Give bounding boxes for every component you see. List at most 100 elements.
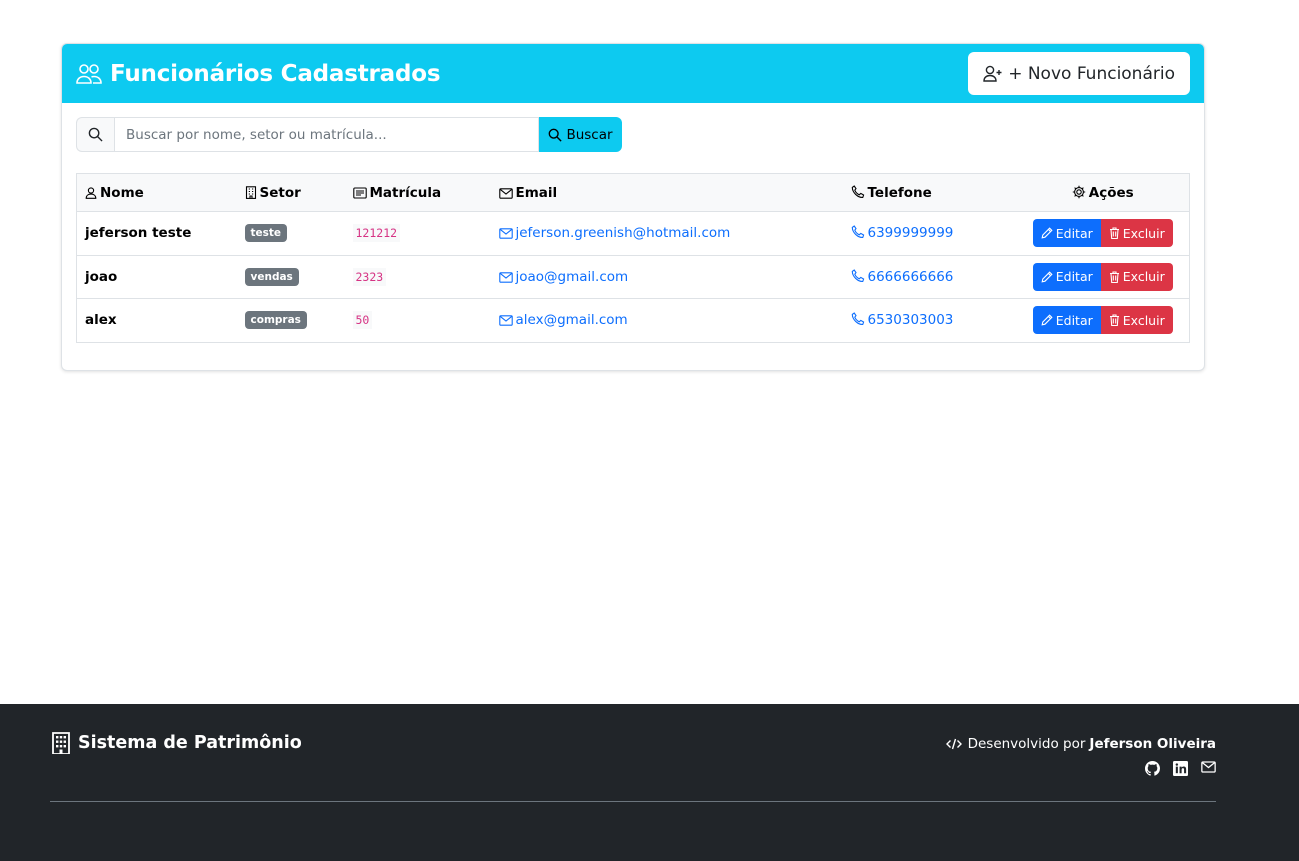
delete-button[interactable]: Excluir [1100,262,1173,291]
delete-label: Excluir [1122,225,1165,241]
delete-label: Excluir [1122,269,1165,285]
phone-link[interactable]: 6399999999 [851,225,954,242]
column-header-acoes: Ações [1016,173,1190,212]
pencil-icon [1041,314,1053,326]
column-name-label: Nome [100,184,144,201]
cell-acoes: Editar Excluir [1016,255,1190,299]
telephone-icon [851,225,864,239]
pencil-icon [1041,271,1053,283]
people-icon [76,63,102,84]
employees-card: Funcionários Cadastrados + Novo Funcioná… [61,43,1205,371]
edit-button[interactable]: Editar [1032,306,1101,335]
github-icon[interactable] [1145,761,1160,776]
phone-text: 6666666666 [867,268,954,285]
new-employee-button[interactable]: + Novo Funcionário [968,52,1190,95]
linkedin-icon[interactable] [1173,761,1188,776]
person-icon [85,186,97,199]
cell-telefone: 6530303003 [842,298,1017,343]
pencil-icon [1041,227,1053,239]
building-icon [52,732,70,754]
table-row: jeferson teste teste 121212 jeferson.gre… [76,211,1190,256]
column-header-matricula: Matrícula [344,173,491,212]
column-header-name: Nome [76,173,237,212]
action-buttons: Editar Excluir [1032,262,1173,291]
column-header-telefone: Telefone [842,173,1017,212]
building-icon [245,185,256,199]
envelope-icon [498,315,513,326]
footer-brand-text: Sistema de Patrimônio [78,733,302,753]
email-link[interactable]: joao@gmail.com [498,268,629,285]
phone-text: 6530303003 [867,312,954,329]
cell-nome: joao [76,255,237,299]
social-links [1145,761,1216,776]
column-telefone-label: Telefone [867,184,932,201]
cell-telefone: 6666666666 [842,255,1017,299]
telephone-icon [851,312,864,326]
column-matricula-label: Matrícula [369,184,442,201]
table-row: alex compras 50 alex@gmail.com 653030300… [76,298,1190,343]
action-buttons: Editar Excluir [1032,306,1173,335]
search-icon [88,127,103,142]
matricula-code: 50 [352,311,373,330]
cell-telefone: 6399999999 [842,211,1017,256]
email-text: joao@gmail.com [515,268,629,285]
delete-button[interactable]: Excluir [1100,219,1173,248]
setor-badge: compras [244,311,307,330]
column-header-setor: Setor [236,173,345,212]
edit-label: Editar [1055,225,1093,241]
trash-icon [1109,227,1119,240]
code-slash-icon [945,738,962,750]
person-add-icon [983,65,1002,82]
phone-link[interactable]: 6666666666 [851,268,954,285]
email-link[interactable]: jeferson.greenish@hotmail.com [498,225,730,241]
search-icon [549,128,563,142]
column-setor-label: Setor [259,184,301,201]
search-addon [76,117,114,152]
phone-link[interactable]: 6530303003 [851,312,954,329]
matricula-code: 2323 [352,267,387,286]
search-input[interactable] [114,117,539,152]
page-title: Funcionários Cadastrados [76,60,441,87]
cell-setor: teste [236,211,345,256]
edit-label: Editar [1055,269,1093,285]
employees-table: Nome Setor Matrícula Email Telefone Açõe… [76,173,1190,343]
delete-label: Excluir [1122,312,1165,328]
cell-nome: jeferson teste [76,211,237,256]
action-buttons: Editar Excluir [1032,219,1173,248]
developer-prefix: Desenvolvido por [967,736,1086,752]
setor-badge: teste [244,224,288,243]
search-bar: Buscar [76,117,622,152]
envelope-icon[interactable] [1201,761,1216,776]
cell-setor: vendas [236,255,345,299]
telephone-icon [851,268,864,282]
gear-icon [1072,185,1085,198]
search-button[interactable]: Buscar [539,117,622,152]
email-link[interactable]: alex@gmail.com [498,312,628,329]
trash-icon [1109,271,1119,283]
column-acoes-label: Ações [1088,184,1134,201]
table-header-row: Nome Setor Matrícula Email Telefone Açõe… [76,173,1190,212]
cell-email: joao@gmail.com [490,255,843,299]
telephone-icon [851,184,864,198]
page-title-text: Funcionários Cadastrados [110,60,441,87]
cell-setor: compras [236,298,345,343]
column-header-email: Email [490,173,843,212]
edit-button[interactable]: Editar [1032,262,1101,291]
edit-button[interactable]: Editar [1032,219,1101,248]
footer-divider [50,801,1216,802]
cell-acoes: Editar Excluir [1016,211,1190,256]
matricula-code: 121212 [352,224,401,243]
phone-text: 6399999999 [867,225,954,242]
setor-badge: vendas [244,267,299,286]
email-text: alex@gmail.com [515,312,628,329]
envelope-icon [498,187,513,199]
card-text-icon [352,186,367,199]
envelope-icon [498,272,513,283]
cell-nome: alex [76,298,237,343]
footer-brand: Sistema de Patrimônio [52,732,302,754]
delete-button[interactable]: Excluir [1100,306,1173,335]
cell-matricula: 50 [344,298,491,343]
cell-email: alex@gmail.com [490,298,843,343]
envelope-icon [498,228,513,239]
search-button-label: Buscar [566,126,613,143]
